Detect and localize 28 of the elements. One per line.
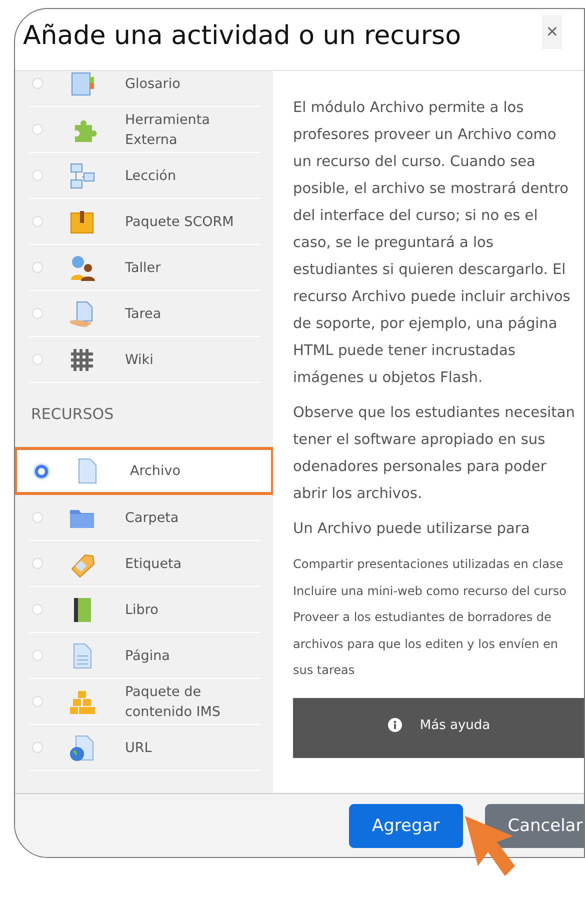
item-label[interactable]: Tarea [125,304,235,324]
item-label[interactable]: Herramienta Externa [125,110,235,150]
section-heading: RECURSOS [30,404,115,425]
item-label[interactable]: URL [125,738,235,758]
item-label[interactable]: Glosario [125,74,235,94]
help-button[interactable]: Más ayuda [293,698,584,758]
item-label[interactable]: Taller [125,258,235,278]
item-label[interactable]: Wiki [125,350,235,370]
description-text: El módulo Archivo permite a los profesores proveer un Archivo como un recurso del curso. Cuando sea posible, el archivo se mostrará dentro del interface del curso; si no es el caso, se le preguntará a los estudiantes si quieren descargarlo. El recurso Archivo puede incluir archivos de soporte, por ejemplo, una página HTML puede tener incrustadas imágenes u objetos Flash. [293,99,572,388]
description-text: Un Archivo puede utilizarse para [293,520,531,539]
item-label[interactable]: Carpeta [125,508,235,528]
item-label[interactable]: Paquete de contenido IMS [125,682,235,722]
close-button[interactable]: × [542,15,562,49]
dialog-title: Añade una actividad o un recurso [23,20,462,50]
info-icon [388,718,402,732]
item-label[interactable]: Página [125,646,235,666]
item-label[interactable]: Lección [125,166,235,186]
add-button[interactable]: Agregar [349,804,463,848]
use-text: Proveer a los estudiantes de borradores de archivos para que los editen y los envíen en sus tareas [293,609,560,679]
use-text: Compartir presentaciones utilizadas en clase [293,556,564,573]
cancel-button[interactable]: Cancelar [484,804,584,848]
item-label[interactable]: Archivo [130,461,240,481]
radio-button[interactable] [35,464,48,478]
item-label[interactable]: Etiqueta [125,554,235,574]
use-text: Incluire una mini-web como recurso del curso [293,582,568,600]
description-text: Observe que los estudiantes necesitan tener el software apropiado en sus odenadores personales para poder abrir los archivos. [293,404,576,504]
item-label[interactable]: Libro [125,600,235,620]
item-label[interactable]: Paquete SCORM [125,212,235,232]
